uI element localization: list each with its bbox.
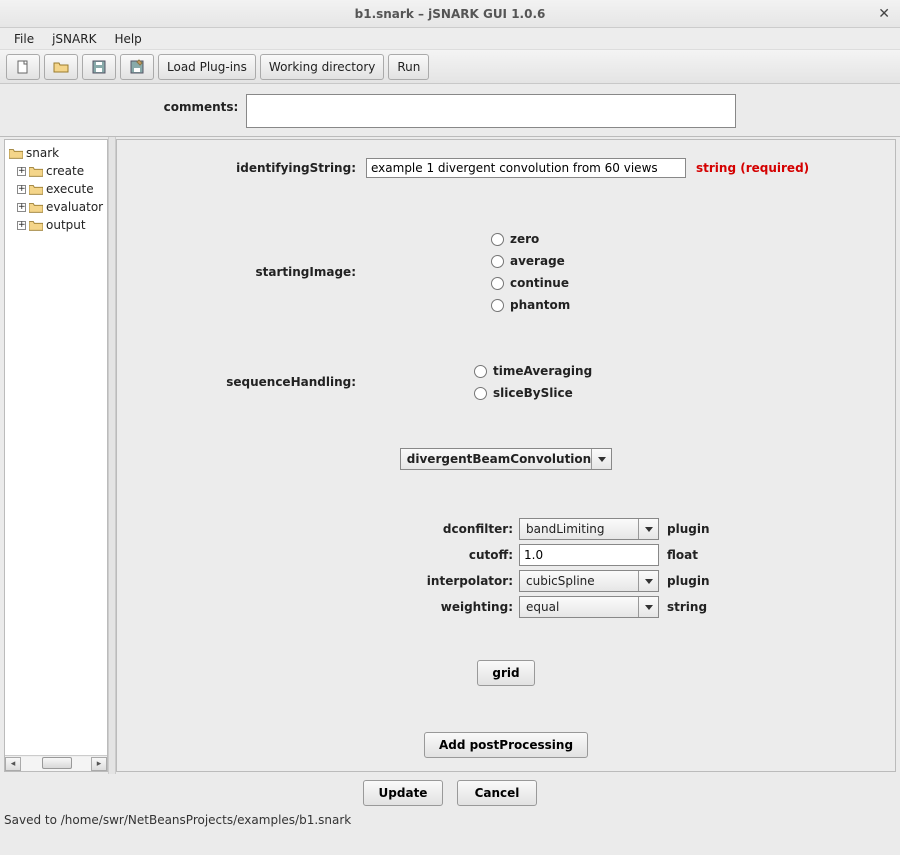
save-icon	[91, 59, 107, 75]
starting-image-continue[interactable]: continue	[491, 272, 570, 294]
dconfilter-label: dconfilter:	[141, 522, 519, 536]
cancel-button[interactable]: Cancel	[457, 780, 537, 806]
toolbar: Load Plug-ins Working directory Run	[0, 50, 900, 84]
cutoff-input[interactable]	[519, 544, 659, 566]
weighting-select[interactable]: equal	[519, 596, 659, 618]
new-file-button[interactable]	[6, 54, 40, 80]
expand-icon[interactable]: +	[17, 167, 26, 176]
expand-icon[interactable]: +	[17, 203, 26, 212]
sequence-handling-timeaveraging[interactable]: timeAveraging	[474, 360, 592, 382]
starting-image-label: startingImage:	[141, 265, 366, 279]
starting-image-zero[interactable]: zero	[491, 228, 570, 250]
tree-item-create[interactable]: + create	[7, 162, 105, 180]
window-title: b1.snark – jSNARK GUI 1.0.6	[355, 7, 546, 21]
chevron-down-icon	[638, 597, 658, 617]
scroll-track[interactable]	[21, 757, 91, 771]
comments-input[interactable]	[246, 94, 736, 128]
load-plugins-button[interactable]: Load Plug-ins	[158, 54, 256, 80]
algorithm-select[interactable]: divergentBeamConvolution	[400, 448, 612, 470]
save-as-button[interactable]	[120, 54, 154, 80]
folder-icon	[29, 201, 43, 213]
status-text: Saved to /home/swr/NetBeansProjects/exam…	[4, 813, 351, 827]
form-pane: identifyingString: string (required) sta…	[116, 139, 896, 772]
identifying-string-input[interactable]	[366, 158, 686, 178]
close-icon[interactable]: ✕	[878, 6, 890, 22]
split-pane: snark + create + execute + evaluator + o…	[0, 136, 900, 774]
weighting-label: weighting:	[141, 600, 519, 614]
dconfilter-type: plugin	[667, 522, 710, 536]
folder-icon	[29, 219, 43, 231]
chevron-down-icon	[638, 571, 658, 591]
open-file-button[interactable]	[44, 54, 78, 80]
tree-root[interactable]: snark	[7, 144, 105, 162]
run-button[interactable]: Run	[388, 54, 429, 80]
identifying-string-label: identifyingString:	[141, 161, 366, 175]
interpolator-label: interpolator:	[141, 574, 519, 588]
sequence-handling-label: sequenceHandling:	[141, 375, 366, 389]
comments-row: comments:	[0, 84, 900, 136]
sequence-handling-slicebyslice[interactable]: sliceBySlice	[474, 382, 592, 404]
interpolator-type: plugin	[667, 574, 710, 588]
chevron-down-icon	[591, 449, 611, 469]
starting-image-average[interactable]: average	[491, 250, 570, 272]
expand-icon[interactable]: +	[17, 185, 26, 194]
folder-icon	[29, 183, 43, 195]
menubar: File jSNARK Help	[0, 28, 900, 50]
grid-button[interactable]: grid	[477, 660, 534, 686]
weighting-type: string	[667, 600, 707, 614]
tree-item-evaluator[interactable]: + evaluator	[7, 198, 105, 216]
update-button[interactable]: Update	[363, 780, 443, 806]
statusbar: Saved to /home/swr/NetBeansProjects/exam…	[0, 810, 900, 830]
tree-root-label: snark	[26, 146, 59, 160]
cutoff-label: cutoff:	[141, 548, 519, 562]
tree-item-label: create	[46, 164, 84, 178]
menu-help[interactable]: Help	[106, 30, 149, 48]
splitter-handle[interactable]	[108, 137, 116, 774]
identifying-string-required: string (required)	[696, 161, 809, 175]
menu-jsnark[interactable]: jSNARK	[44, 30, 104, 48]
comments-label: comments:	[164, 100, 239, 114]
save-as-icon	[129, 59, 145, 75]
params-block: dconfilter: bandLimiting plugin cutoff: …	[141, 516, 871, 620]
interpolator-select[interactable]: cubicSpline	[519, 570, 659, 592]
tree-item-label: output	[46, 218, 86, 232]
save-button[interactable]	[82, 54, 116, 80]
scroll-right-icon[interactable]: ▸	[91, 757, 107, 771]
tree-item-execute[interactable]: + execute	[7, 180, 105, 198]
tree-body: snark + create + execute + evaluator + o…	[5, 140, 107, 755]
starting-image-phantom[interactable]: phantom	[491, 294, 570, 316]
scroll-thumb[interactable]	[42, 757, 72, 769]
expand-icon[interactable]: +	[17, 221, 26, 230]
open-folder-icon	[53, 59, 69, 75]
working-directory-button[interactable]: Working directory	[260, 54, 384, 80]
tree-item-output[interactable]: + output	[7, 216, 105, 234]
scroll-left-icon[interactable]: ◂	[5, 757, 21, 771]
tree-item-label: execute	[46, 182, 94, 196]
chevron-down-icon	[638, 519, 658, 539]
tree-item-label: evaluator	[46, 200, 103, 214]
folder-icon	[9, 147, 23, 159]
menu-file[interactable]: File	[6, 30, 42, 48]
new-file-icon	[15, 59, 31, 75]
tree-horizontal-scrollbar[interactable]: ◂ ▸	[5, 755, 107, 771]
cutoff-type: float	[667, 548, 698, 562]
folder-icon	[29, 165, 43, 177]
footer-buttons: Update Cancel	[0, 774, 900, 810]
add-postprocessing-button[interactable]: Add postProcessing	[424, 732, 588, 758]
titlebar: b1.snark – jSNARK GUI 1.0.6 ✕	[0, 0, 900, 28]
dconfilter-select[interactable]: bandLimiting	[519, 518, 659, 540]
tree-pane: snark + create + execute + evaluator + o…	[4, 139, 108, 772]
algorithm-value: divergentBeamConvolution	[407, 452, 591, 466]
